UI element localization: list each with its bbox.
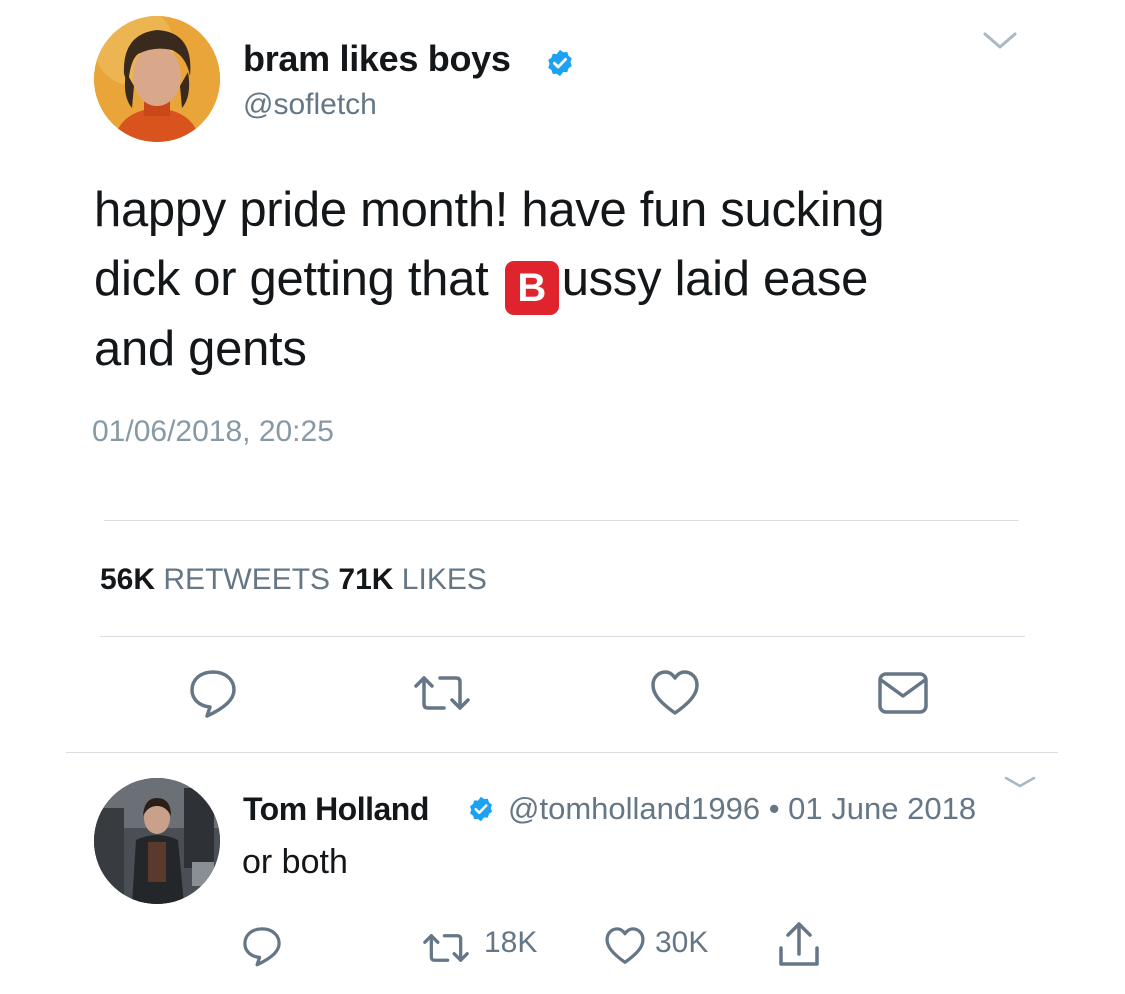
avatar[interactable] <box>94 778 220 904</box>
likes-count[interactable]: 71K <box>338 563 393 596</box>
tweet-text-line: and gents <box>94 322 307 376</box>
reply-icon[interactable] <box>186 666 240 720</box>
retweet-icon[interactable] <box>412 666 470 720</box>
divider <box>104 520 1019 521</box>
display-name[interactable]: bram likes boys <box>243 38 511 80</box>
tweet-text-segment: dick or getting that <box>94 252 502 306</box>
like-icon[interactable] <box>602 924 648 968</box>
retweets-count[interactable]: 56K <box>100 563 155 596</box>
chevron-down-icon[interactable] <box>982 30 1018 52</box>
handle-and-date[interactable]: @tomholland1996 • 01 June 2018 <box>508 791 976 827</box>
tweet-text-segment: ussy laid ease <box>561 252 869 306</box>
avatar[interactable] <box>94 16 220 142</box>
divider <box>66 752 1058 753</box>
tweet-text-line: happy pride month! have fun sucking <box>94 183 885 237</box>
engagement-stats: 56K RETWEETS 71K LIKES <box>100 563 487 597</box>
display-name[interactable]: Tom Holland <box>243 791 429 828</box>
handle[interactable]: @sofletch <box>243 88 377 122</box>
tweet-text-line: dick or getting that Bussy laid ease <box>94 245 1054 315</box>
like-icon[interactable] <box>648 666 702 720</box>
verified-icon <box>467 795 495 823</box>
like-count[interactable]: 30K <box>655 926 708 960</box>
verified-icon <box>545 48 575 78</box>
message-icon[interactable] <box>876 670 930 724</box>
divider <box>100 636 1025 637</box>
retweets-label[interactable]: RETWEETS <box>163 563 330 596</box>
retweet-icon[interactable] <box>418 926 474 970</box>
share-icon[interactable] <box>776 920 822 970</box>
chevron-down-icon[interactable] <box>1002 774 1038 790</box>
timestamp: 01/06/2018, 20:25 <box>92 415 334 448</box>
retweet-count[interactable]: 18K <box>484 926 537 960</box>
likes-label[interactable]: LIKES <box>402 563 487 596</box>
reply-icon[interactable] <box>240 924 284 968</box>
b-button-emoji-icon: B <box>504 261 559 315</box>
tweet-text: happy pride month! have fun sucking dick… <box>94 176 1054 384</box>
tweet-text: or both <box>242 843 348 881</box>
